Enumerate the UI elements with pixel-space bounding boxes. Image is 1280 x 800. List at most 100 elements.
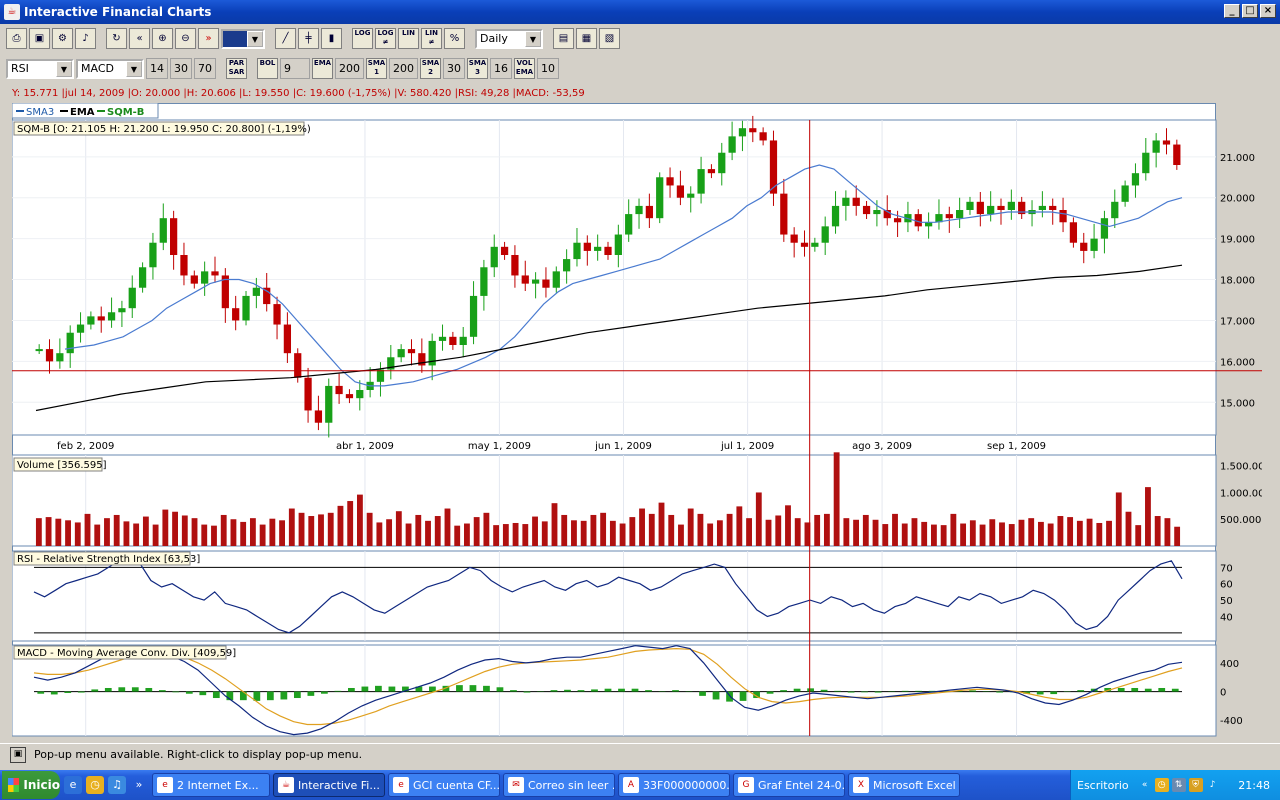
scroll-forward-icon[interactable]: » (198, 28, 219, 49)
security-icon[interactable]: ⛨ (1188, 778, 1203, 792)
expand-icon[interactable]: » (130, 776, 148, 794)
refresh-icon[interactable]: ↻ (106, 28, 127, 49)
taskbar-item[interactable]: e GCI cuenta CF... (388, 773, 500, 797)
layout-icon[interactable]: ▤ (553, 28, 574, 49)
desktop-label[interactable]: Escritorio (1077, 779, 1129, 792)
macd-param-3[interactable]: 70 (194, 58, 216, 79)
macd-param-1[interactable]: 14 (146, 58, 168, 79)
bol-value[interactable]: 9 (280, 58, 310, 79)
lin-ne-button[interactable]: LIN ≠ (421, 28, 442, 49)
sma3-value[interactable]: 16 (490, 58, 512, 79)
taskbar-item[interactable]: X Microsoft Excel ... (848, 773, 960, 797)
candle-body (976, 201, 984, 215)
bar-chart-icon[interactable]: ╪ (298, 28, 319, 49)
period-select[interactable]: Daily ▼ (475, 28, 543, 49)
volume-bar (940, 525, 947, 546)
minimize-button[interactable]: _ (1224, 4, 1240, 18)
percent-button[interactable]: % (444, 28, 465, 49)
close-button[interactable]: × (1260, 4, 1276, 18)
ema-value[interactable]: 200 (335, 58, 364, 79)
candle-body (87, 316, 95, 325)
candle-body (511, 255, 519, 276)
bol-button[interactable]: BOL (257, 58, 278, 79)
task-app-icon: e (393, 777, 409, 793)
macd-histogram-bar (50, 691, 58, 695)
taskbar-item[interactable]: A 33F000000000... (618, 773, 730, 797)
window-title: Interactive Financial Charts (24, 5, 212, 19)
volume-bar (152, 524, 159, 546)
zoom-in-icon[interactable]: ⊕ (152, 28, 173, 49)
taskbar-item[interactable]: ✉ Correo sin leer ... (503, 773, 615, 797)
macd-histogram-bar (577, 690, 585, 692)
macd-histogram-bar (631, 688, 639, 692)
sound-icon[interactable]: ♪ (75, 28, 96, 49)
indicator1-select[interactable]: RSI ▼ (6, 58, 74, 79)
start-button[interactable]: Inicio (2, 771, 60, 799)
line-chart-icon[interactable]: ╱ (275, 28, 296, 49)
taskbar-item[interactable]: G Graf Entel 24-0... (733, 773, 845, 797)
start-label: Inicio (23, 778, 60, 792)
volume-icon[interactable]: ♪ (1206, 778, 1220, 792)
print-icon[interactable]: ⎙ (6, 28, 27, 49)
volume-bar (989, 519, 996, 546)
y-tick-label: 19.000 (1220, 235, 1255, 246)
task-app-icon: ☕ (278, 777, 294, 793)
candle-body (811, 242, 819, 247)
zoom-out-icon[interactable]: ⊖ (175, 28, 196, 49)
music-icon[interactable]: ♫ (108, 776, 126, 794)
task-label: Graf Entel 24-0... (758, 778, 845, 792)
macd-histogram-bar (1144, 688, 1152, 692)
volume-bar (668, 514, 675, 546)
volume-bar (950, 513, 957, 546)
macd-histogram-bar (1050, 691, 1058, 695)
candle-body (376, 369, 385, 382)
log-ne-button[interactable]: LOG ≠ (375, 28, 396, 49)
price-header: SQM-B [O: 21.105 H: 21.200 L: 19.950 C: … (17, 124, 311, 135)
candle-body (1080, 242, 1088, 251)
par-sar-button[interactable]: PAR SAR (226, 58, 247, 79)
taskbar-item[interactable]: e 2 Internet Ex... (152, 773, 270, 797)
volume-bar (434, 516, 441, 546)
volema-button[interactable]: VOL EMA (514, 58, 535, 79)
sma1-button[interactable]: SMA 1 (366, 58, 387, 79)
volema-value[interactable]: 10 (537, 58, 559, 79)
volume-bar (142, 516, 149, 546)
color-select[interactable]: ▼ (221, 28, 265, 49)
settings-icon[interactable]: ⚙ (52, 28, 73, 49)
sma1-value[interactable]: 200 (389, 58, 418, 79)
sma2-button[interactable]: SMA 2 (420, 58, 441, 79)
clock-icon[interactable]: ◷ (86, 776, 104, 794)
chart-window-icon[interactable]: ▦ (576, 28, 597, 49)
y-tick-label: 17.000 (1220, 316, 1255, 327)
network-icon[interactable]: ⇅ (1171, 778, 1186, 792)
task-app-icon: ✉ (508, 777, 524, 793)
clock-tray-icon[interactable]: ◷ (1154, 778, 1169, 792)
ie-icon[interactable]: e (64, 776, 82, 794)
taskbar: Inicio e ◷ ♫ » e 2 Internet Ex... ☕ Interac… (0, 770, 1280, 800)
sma3-button[interactable]: SMA 3 (467, 58, 488, 79)
ema-button[interactable]: EMA (312, 58, 333, 79)
maximize-button[interactable]: □ (1242, 4, 1258, 18)
candle-body (170, 218, 178, 255)
volume-bar (65, 520, 71, 546)
indicator2-select[interactable]: MACD ▼ (76, 58, 144, 79)
log-button[interactable]: LOG (352, 28, 373, 49)
volume-bar (687, 508, 694, 546)
tray-expand-icon[interactable]: « (1138, 778, 1152, 792)
save-icon[interactable]: ▣ (29, 28, 50, 49)
taskbar-item[interactable]: ☕ Interactive Fi... (273, 773, 385, 797)
lin-button[interactable]: LIN (398, 28, 419, 49)
candle-body (345, 394, 354, 399)
indicator2-value: MACD (81, 62, 114, 75)
macd-param-2[interactable]: 30 (170, 58, 192, 79)
volume-bar (580, 520, 587, 546)
legend-label: EMA (70, 107, 95, 118)
candle-chart-icon[interactable]: ▮ (321, 28, 342, 49)
scroll-back-icon[interactable]: « (129, 28, 150, 49)
sma2-value[interactable]: 30 (443, 58, 465, 79)
candle-body (252, 287, 260, 296)
compare-icon[interactable]: ▧ (599, 28, 620, 49)
macd-histogram-bar (388, 686, 396, 692)
volume-bar (551, 503, 558, 546)
chart-canvas[interactable]: feb 2, 2009 abr 1, 2009 may 1, 2009 jun 1, … (12, 103, 1262, 740)
